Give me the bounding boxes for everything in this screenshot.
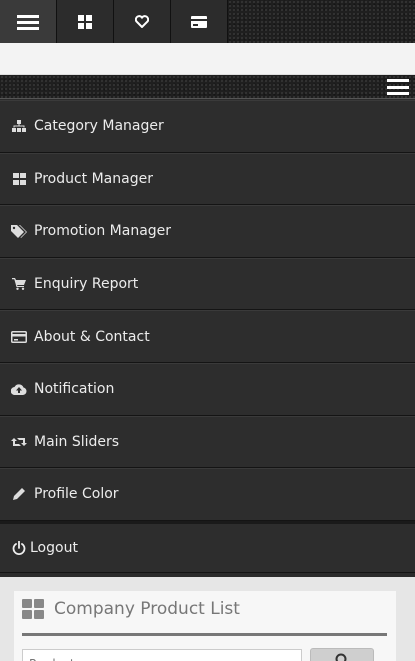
sidebar-menu: Category Manager Product Manager Promoti… — [0, 100, 415, 573]
sidebar-item-logout[interactable]: Logout — [0, 520, 415, 573]
heart-icon — [135, 15, 149, 28]
card-button[interactable] — [171, 0, 228, 43]
pencil-icon — [10, 485, 28, 503]
hamburger-line — [387, 79, 409, 82]
panel-divider — [22, 633, 387, 636]
sidebar-item-label: Enquiry Report — [34, 276, 139, 293]
retweet-icon — [10, 433, 28, 451]
grid-icon — [22, 599, 44, 619]
sitemap-icon — [10, 117, 28, 135]
sidebar-item-label: About & Contact — [34, 328, 150, 345]
card-icon — [10, 328, 28, 346]
favorites-button[interactable] — [114, 0, 171, 43]
sidebar-item-label: Profile Color — [34, 486, 119, 503]
dashboard-button[interactable] — [57, 0, 114, 43]
grid-icon — [10, 170, 28, 188]
sidebar-item-product-manager[interactable]: Product Manager — [0, 152, 415, 206]
sidebar-item-about-contact[interactable]: About & Contact — [0, 310, 415, 363]
hamburger-line — [387, 85, 409, 89]
sidebar-item-category-manager[interactable]: Category Manager — [0, 100, 415, 153]
sidebar-item-main-sliders[interactable]: Main Sliders — [0, 415, 415, 469]
panel-header: Company Product List — [14, 591, 396, 627]
sidebar-item-label: Product Manager — [34, 170, 153, 187]
sidebar-item-notification[interactable]: Notification — [0, 362, 415, 416]
sidebar-item-enquiry-report[interactable]: Enquiry Report — [0, 257, 415, 311]
cart-icon — [10, 275, 28, 293]
panel-title: Company Product List — [54, 599, 240, 619]
product-list-panel: Company Product List — [14, 591, 396, 661]
menu-toggle-button[interactable] — [0, 0, 57, 43]
top-toolbar — [0, 0, 415, 43]
main-content: Company Product List — [0, 577, 415, 661]
cloud-upload-icon — [10, 380, 28, 398]
sidebar-item-profile-color[interactable]: Profile Color — [0, 468, 415, 521]
grid-icon — [78, 14, 92, 29]
hamburger-line — [387, 92, 409, 95]
card-icon — [191, 15, 207, 28]
product-search-input[interactable] — [22, 649, 302, 661]
search-icon — [335, 653, 347, 661]
sidebar-item-promotion-manager[interactable]: Promotion Manager — [0, 205, 415, 258]
power-icon — [10, 539, 28, 557]
sidebar-item-label: Main Sliders — [34, 433, 120, 450]
header-bar — [0, 43, 415, 75]
sidebar-item-label: Notification — [34, 381, 115, 398]
hamburger-icon — [17, 14, 39, 30]
sidebar-toggle-button[interactable] — [387, 79, 409, 95]
sub-navbar — [0, 75, 415, 99]
tags-icon — [10, 222, 28, 240]
search-button[interactable] — [310, 648, 374, 661]
logout-label: Logout — [30, 539, 78, 556]
sidebar-item-label: Category Manager — [34, 118, 164, 135]
sidebar-item-label: Promotion Manager — [34, 223, 172, 240]
